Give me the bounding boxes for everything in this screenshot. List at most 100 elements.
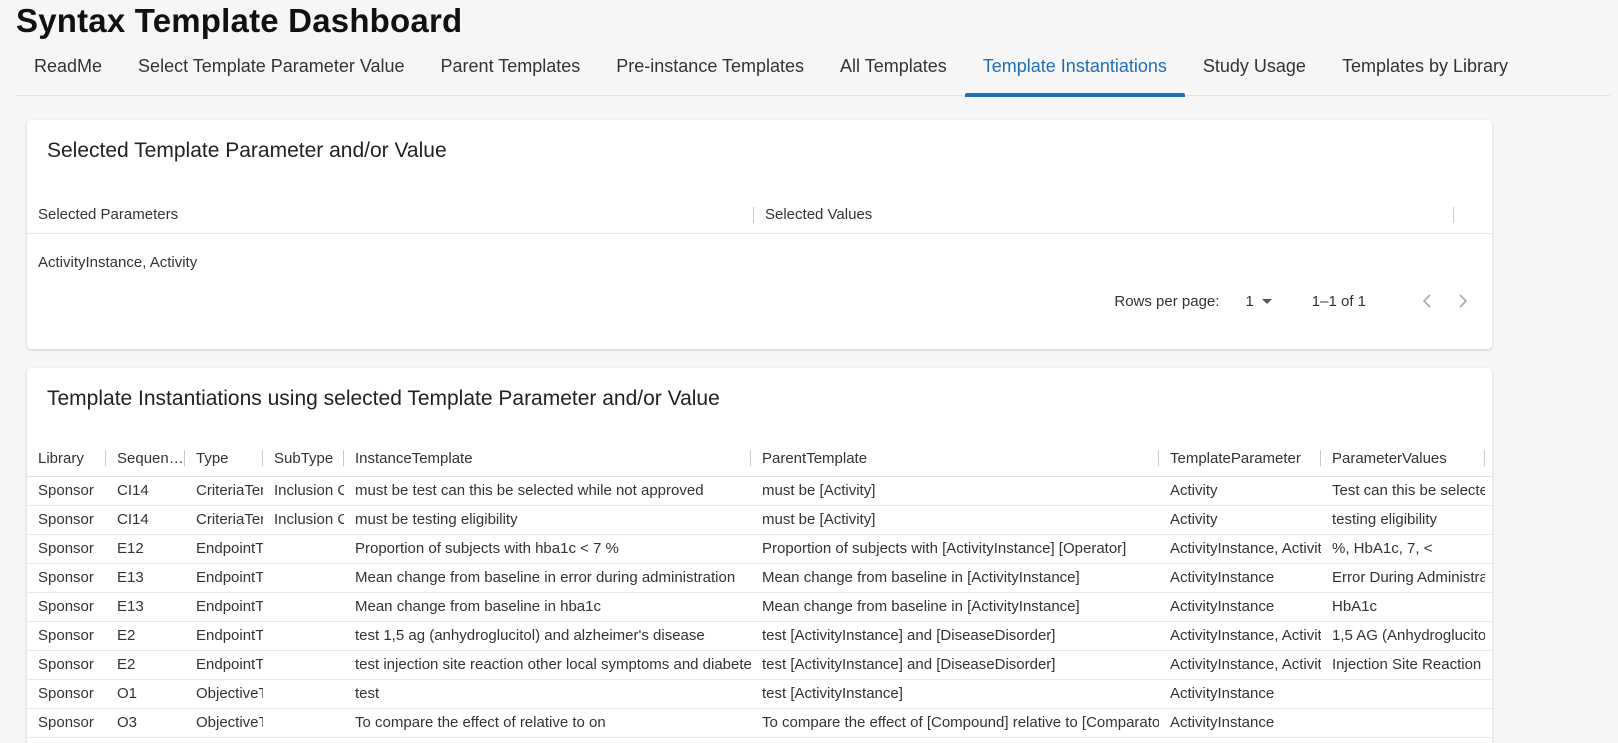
library-cell: Sponsor xyxy=(38,511,94,528)
sequence-cell: E12 xyxy=(117,540,144,557)
tab-pre-instance-templates[interactable]: Pre-instance Templates xyxy=(598,44,822,96)
parent-template-cell: must be [Activity] xyxy=(762,482,876,499)
subtype-cell xyxy=(263,622,344,650)
column-header-template-parameter[interactable]: TemplateParameter xyxy=(1159,440,1321,476)
caret-down-icon xyxy=(1261,298,1272,304)
type-cell: CriteriaTemplate xyxy=(196,511,263,528)
column-header-sequence[interactable]: Sequen… xyxy=(106,440,185,476)
pagination: Rows per page: 1 1–1 of 1 xyxy=(1114,290,1474,312)
tab-study-usage[interactable]: Study Usage xyxy=(1185,44,1324,96)
parent-template-cell: Mean change from baseline in [ActivityIn… xyxy=(762,569,1080,586)
table-row[interactable]: Sponsor O3 ObjectiveTemplate To compare the… xyxy=(27,709,1492,738)
rows-per-page-select[interactable]: 1 xyxy=(1245,292,1272,310)
subtype-cell xyxy=(263,593,344,621)
subtype-cell xyxy=(263,651,344,679)
template-parameter-cell: ActivityInstance, Activity xyxy=(1170,627,1321,644)
column-header-instance-template[interactable]: InstanceTemplate xyxy=(344,440,751,476)
type-cell: CriteriaTemplate xyxy=(196,482,263,499)
chevron-left-icon[interactable] xyxy=(1416,290,1438,312)
instance-template-cell: Proportion of subjects with hba1c < 7 % xyxy=(355,540,619,557)
table-header: Selected Parameters Selected Values xyxy=(27,196,1492,234)
parameter-values-cell: %, HbA1c, 7, < xyxy=(1332,540,1433,557)
sequence-cell: E2 xyxy=(117,656,136,673)
type-cell: EndpointTemplate xyxy=(196,569,263,586)
sequence-cell: CI14 xyxy=(117,511,149,528)
parameter-values-cell xyxy=(1321,680,1485,708)
selected-parameters-table: Selected Parameters Selected Values Acti… xyxy=(27,196,1492,291)
type-cell: EndpointTemplate xyxy=(196,540,263,557)
template-parameter-cell: Activity xyxy=(1170,482,1218,499)
subtype-cell xyxy=(263,564,344,592)
parent-template-cell: must be [Activity] xyxy=(762,511,876,528)
tab-templates-by-library[interactable]: Templates by Library xyxy=(1324,44,1526,96)
column-header-type[interactable]: Type xyxy=(185,440,263,476)
subtype-cell xyxy=(263,680,344,708)
parameter-values-cell: HbA1c xyxy=(1332,598,1378,615)
subtype-cell xyxy=(263,709,344,737)
table-row[interactable]: Sponsor O1 ObjectiveTemplate test test [Acti… xyxy=(27,680,1492,709)
parent-template-cell: test [ActivityInstance] and [DiseaseDiso… xyxy=(762,656,1056,673)
table-row[interactable]: Sponsor CI14 CriteriaTemplate Inclusion Cri… xyxy=(27,477,1492,506)
column-header-selected-parameters[interactable]: Selected Parameters xyxy=(27,196,754,233)
template-parameter-cell: ActivityInstance xyxy=(1170,569,1275,586)
selected-parameter-panel: Selected Template Parameter and/or Value… xyxy=(27,120,1492,349)
table-row[interactable]: Sponsor E2 EndpointTemplate test injection … xyxy=(27,651,1492,680)
table-row[interactable]: Sponsor E2 EndpointTemplate test 1,5 ag (an… xyxy=(27,622,1492,651)
template-parameter-cell: Activity xyxy=(1170,511,1218,528)
instance-template-cell: test 1,5 ag (anhydroglucitol) and alzhei… xyxy=(355,627,705,644)
parent-template-cell: To compare the effect of [Compound] rela… xyxy=(762,714,1159,731)
table-header: Library Sequen… Type SubType InstanceTem… xyxy=(27,440,1492,477)
column-header-library[interactable]: Library xyxy=(27,440,106,476)
column-header-selected-values[interactable]: Selected Values xyxy=(754,196,1454,233)
table-row[interactable]: Sponsor E12 EndpointTemplate Proportion of … xyxy=(27,535,1492,564)
sequence-cell: CI14 xyxy=(117,482,149,499)
library-cell: Sponsor xyxy=(38,656,94,673)
template-parameter-cell: ActivityInstance, Activity xyxy=(1170,656,1321,673)
type-cell: EndpointTemplate xyxy=(196,627,263,644)
subtype-cell: Inclusion Criteria xyxy=(274,482,344,499)
parent-template-cell: Proportion of subjects with [ActivityIns… xyxy=(762,540,1127,557)
column-header-subtype[interactable]: SubType xyxy=(263,440,344,476)
instance-template-cell: Mean change from baseline in error durin… xyxy=(355,569,736,586)
table-row[interactable]: Sponsor CI14 CriteriaTemplate Inclusion Cri… xyxy=(27,506,1492,535)
tab-bar: ReadMe Select Template Parameter Value P… xyxy=(16,44,1610,97)
tab-all-templates[interactable]: All Templates xyxy=(822,44,965,96)
sequence-cell: E13 xyxy=(117,569,144,586)
tab-select-template-parameter-value[interactable]: Select Template Parameter Value xyxy=(120,44,422,96)
pagination-range: 1–1 of 1 xyxy=(1311,292,1366,310)
library-cell: Sponsor xyxy=(38,714,94,731)
tab-parent-templates[interactable]: Parent Templates xyxy=(423,44,599,96)
parent-template-cell: Mean change from baseline in [ActivityIn… xyxy=(762,598,1080,615)
parameter-values-cell: Injection Site Reaction xyxy=(1332,656,1482,673)
instantiations-table-body: Sponsor CI14 CriteriaTemplate Inclusion Cri… xyxy=(27,477,1492,738)
rows-per-page-label: Rows per page: xyxy=(1114,292,1220,310)
sequence-cell: O3 xyxy=(117,714,138,731)
type-cell: EndpointTemplate xyxy=(196,656,263,673)
template-parameter-cell: ActivityInstance, Activity xyxy=(1170,540,1321,557)
library-cell: Sponsor xyxy=(38,569,94,586)
table-row[interactable]: Sponsor E13 EndpointTemplate Mean change fr… xyxy=(27,593,1492,622)
tab-template-instantiations[interactable]: Template Instantiations xyxy=(964,44,1185,97)
instance-template-cell: test injection site reaction other local… xyxy=(355,656,751,673)
column-header-parameter-values[interactable]: ParameterValues xyxy=(1321,440,1485,476)
instantiations-panel-title: Template Instantiations using selected T… xyxy=(47,387,720,410)
sequence-cell: E2 xyxy=(117,627,136,644)
instance-template-cell: To compare the effect of relative to on xyxy=(355,714,606,731)
tab-readme[interactable]: ReadMe xyxy=(16,44,120,96)
library-cell: Sponsor xyxy=(38,540,94,557)
type-cell: ObjectiveTemplate xyxy=(196,685,263,702)
selected-parameters-cell: ActivityInstance, Activity xyxy=(38,254,198,271)
instance-template-cell: must be testing eligibility xyxy=(355,511,518,528)
template-instantiations-panel: Template Instantiations using selected T… xyxy=(27,368,1492,743)
subtype-cell xyxy=(263,535,344,563)
table-row[interactable]: ActivityInstance, Activity xyxy=(27,234,1492,291)
column-header-parent-template[interactable]: ParentTemplate xyxy=(751,440,1159,476)
chevron-right-icon[interactable] xyxy=(1452,290,1474,312)
sequence-cell: O1 xyxy=(117,685,138,702)
selected-values-cell xyxy=(754,234,1454,291)
rows-per-page-value: 1 xyxy=(1245,292,1254,310)
table-row[interactable]: Sponsor E13 EndpointTemplate Mean change fr… xyxy=(27,564,1492,593)
template-parameter-cell: ActivityInstance xyxy=(1170,714,1275,731)
library-cell: Sponsor xyxy=(38,685,94,702)
instantiations-table: Library Sequen… Type SubType InstanceTem… xyxy=(27,440,1492,738)
